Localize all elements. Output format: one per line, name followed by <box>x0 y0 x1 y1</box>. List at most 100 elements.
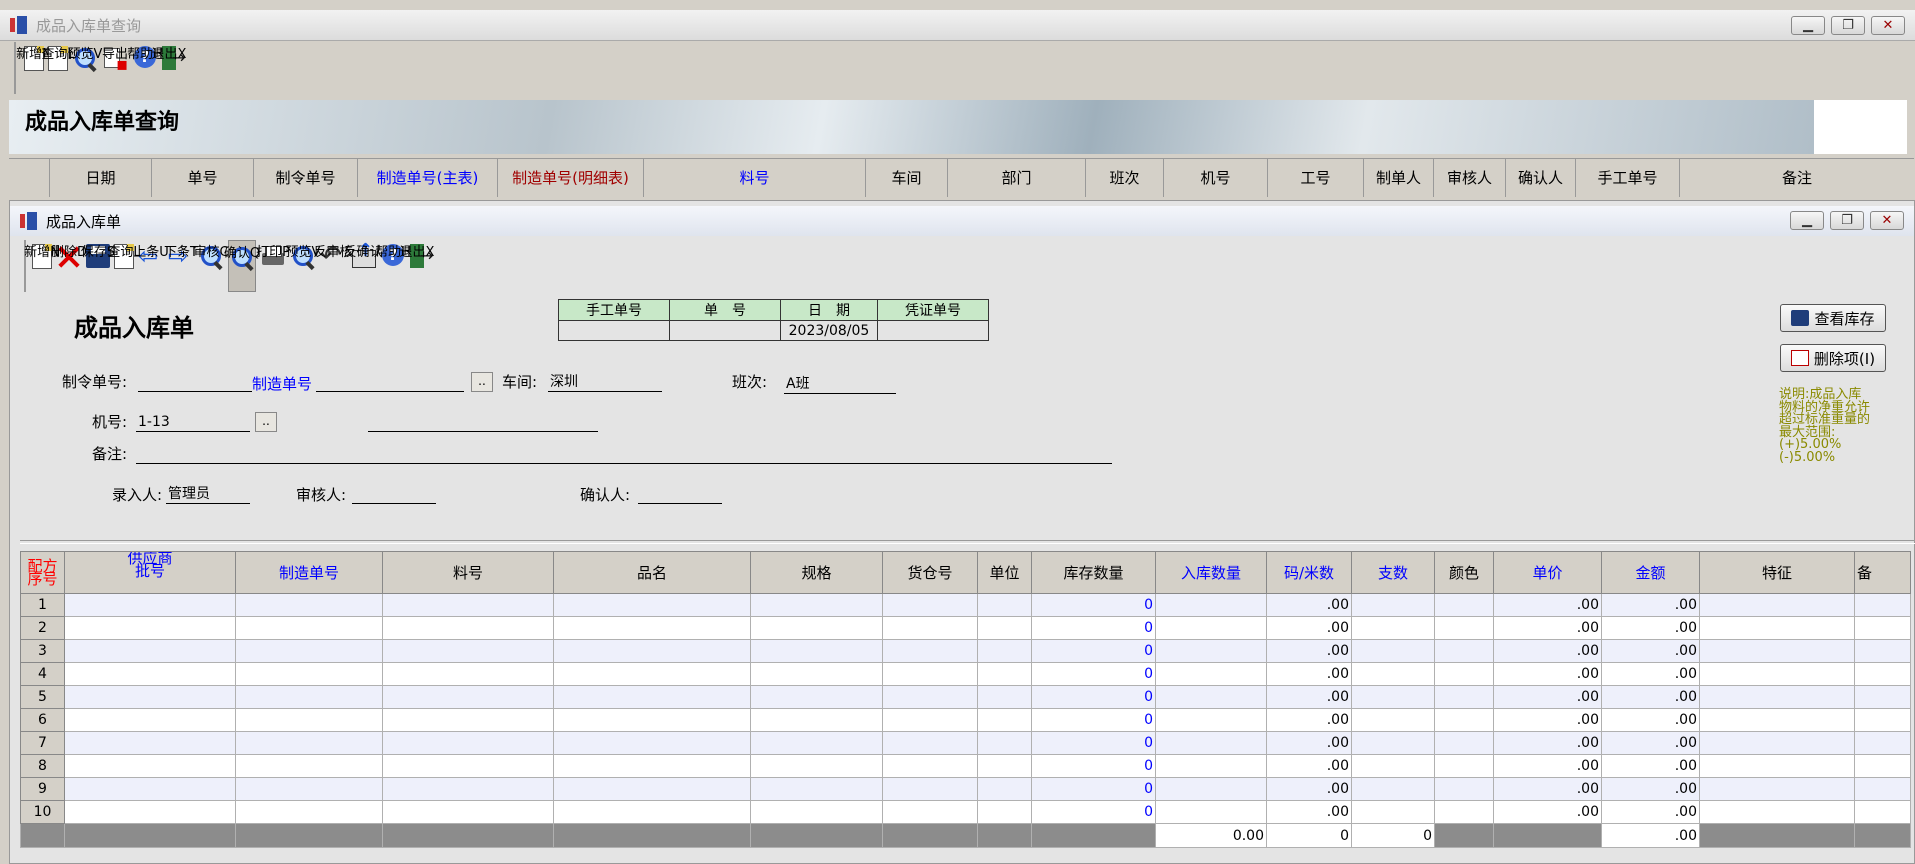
query-col-item[interactable]: 料号 <box>644 159 866 197</box>
table-row[interactable]: 10 0.00.00.00 <box>20 800 1911 824</box>
grid-cell[interactable] <box>382 639 554 663</box>
outer-query-button[interactable]: 查询L <box>41 42 75 94</box>
unit-price-cell[interactable]: .00 <box>1493 685 1602 709</box>
grid-cell[interactable] <box>1434 800 1494 824</box>
col-stock-qty[interactable]: 库存数量 <box>1031 551 1156 594</box>
grid-cell[interactable] <box>1699 731 1855 755</box>
grid-cell[interactable] <box>882 777 978 801</box>
audit-button[interactable]: 审核C <box>193 240 229 292</box>
table-row[interactable]: 9 0.00.00.00 <box>20 777 1911 801</box>
grid-cell[interactable] <box>750 593 883 617</box>
grid-cell[interactable] <box>553 754 751 778</box>
grid-cell[interactable] <box>1155 662 1267 686</box>
grid-cell[interactable] <box>750 708 883 732</box>
grid-cell[interactable] <box>1155 639 1267 663</box>
grid-cell[interactable] <box>1434 685 1494 709</box>
grid-cell[interactable] <box>64 593 236 617</box>
amount-cell[interactable]: .00 <box>1601 616 1700 640</box>
table-row[interactable]: 7 0.00.00.00 <box>20 731 1911 755</box>
grid-cell[interactable] <box>750 777 883 801</box>
amount-cell[interactable]: .00 <box>1601 708 1700 732</box>
inner-maximize-button[interactable]: ❐ <box>1830 211 1864 230</box>
grid-cell[interactable] <box>1434 708 1494 732</box>
grid-cell[interactable] <box>1351 708 1435 732</box>
query-col-shift[interactable]: 班次 <box>1086 159 1164 197</box>
grid-cell[interactable] <box>882 616 978 640</box>
grid-cell[interactable] <box>1854 685 1911 709</box>
query-col-machine[interactable]: 机号 <box>1164 159 1268 197</box>
yard-meter-cell[interactable]: .00 <box>1266 616 1352 640</box>
chejian-field[interactable]: 深圳 <box>548 373 662 392</box>
grid-cell[interactable] <box>382 708 554 732</box>
minimize-button[interactable]: ▁ <box>1791 16 1825 35</box>
inner-minimize-button[interactable]: ▁ <box>1790 211 1824 230</box>
grid-cell[interactable] <box>1155 754 1267 778</box>
query-col-remark[interactable]: 备注 <box>1680 159 1914 197</box>
grid-cell[interactable] <box>382 593 554 617</box>
stock-qty-cell[interactable]: 0 <box>1031 777 1156 801</box>
yard-meter-cell[interactable]: .00 <box>1266 777 1352 801</box>
grid-cell[interactable] <box>235 777 383 801</box>
grid-cell[interactable] <box>1351 616 1435 640</box>
grid-cell[interactable] <box>977 754 1032 778</box>
grid-cell[interactable] <box>1155 777 1267 801</box>
grid-cell[interactable] <box>1155 685 1267 709</box>
outer-export-button[interactable]: 导出 <box>102 42 128 94</box>
grid-cell[interactable] <box>882 639 978 663</box>
table-row[interactable]: 1 0.00.00.00 <box>20 593 1911 617</box>
grid-cell[interactable] <box>235 662 383 686</box>
yard-meter-cell[interactable]: .00 <box>1266 685 1352 709</box>
grid-cell[interactable] <box>1155 593 1267 617</box>
yard-meter-cell[interactable]: .00 <box>1266 639 1352 663</box>
grid-cell[interactable] <box>1854 616 1911 640</box>
stock-qty-cell[interactable]: 0 <box>1031 685 1156 709</box>
query-col-zhizao-main[interactable]: 制造单号(主表) <box>358 159 498 197</box>
grid-cell[interactable] <box>553 800 751 824</box>
query-col-worker[interactable]: 工号 <box>1268 159 1364 197</box>
grid-cell[interactable] <box>750 662 883 686</box>
col-color[interactable]: 颜色 <box>1434 551 1494 594</box>
table-row[interactable]: 3 0.00.00.00 <box>20 639 1911 663</box>
query-col-dept[interactable]: 部门 <box>948 159 1086 197</box>
unit-price-cell[interactable]: .00 <box>1493 731 1602 755</box>
col-warehouse[interactable]: 货仓号 <box>882 551 978 594</box>
grid-cell[interactable] <box>882 593 978 617</box>
grid-cell[interactable] <box>977 639 1032 663</box>
grid-cell[interactable] <box>553 662 751 686</box>
grid-cell[interactable] <box>1351 731 1435 755</box>
query-button[interactable]: 查询L <box>107 240 141 292</box>
grid-cell[interactable] <box>64 708 236 732</box>
grid-cell[interactable] <box>382 662 554 686</box>
grid-cell[interactable] <box>64 754 236 778</box>
amount-cell[interactable]: .00 <box>1601 639 1700 663</box>
col-item-name[interactable]: 品名 <box>553 551 751 594</box>
grid-cell[interactable] <box>750 616 883 640</box>
amount-cell[interactable]: .00 <box>1601 593 1700 617</box>
stock-qty-cell[interactable]: 0 <box>1031 662 1156 686</box>
yard-meter-cell[interactable]: .00 <box>1266 593 1352 617</box>
grid-cell[interactable] <box>64 800 236 824</box>
col-unit-price[interactable]: 单价 <box>1493 551 1602 594</box>
beizhu-field[interactable] <box>136 445 1112 464</box>
amount-cell[interactable]: .00 <box>1601 754 1700 778</box>
grid-cell[interactable] <box>1699 616 1855 640</box>
grid-cell[interactable] <box>1699 685 1855 709</box>
new-button[interactable]: 新增N <box>24 240 60 292</box>
query-col-zhizao-detail[interactable]: 制造单号(明细表) <box>498 159 644 197</box>
grid-cell[interactable] <box>1854 754 1911 778</box>
zhiling-field[interactable] <box>138 373 252 392</box>
grid-cell[interactable] <box>1155 800 1267 824</box>
amount-cell[interactable]: .00 <box>1601 685 1700 709</box>
inner-close-button[interactable]: ✕ <box>1870 211 1904 230</box>
grid-cell[interactable] <box>1155 731 1267 755</box>
col-yard-meter[interactable]: 码/米数 <box>1266 551 1352 594</box>
view-stock-button[interactable]: 查看库存 <box>1780 304 1886 332</box>
outer-exit-button[interactable]: 退出X <box>152 42 186 94</box>
print-button[interactable]: 打印P <box>256 240 290 292</box>
confirm-button[interactable]: 确认Q <box>224 240 260 292</box>
grid-cell[interactable] <box>750 731 883 755</box>
manual-no-field[interactable] <box>558 320 670 341</box>
query-col-confirmer[interactable]: 确认人 <box>1506 159 1576 197</box>
grid-cell[interactable] <box>382 800 554 824</box>
grid-cell[interactable] <box>382 685 554 709</box>
